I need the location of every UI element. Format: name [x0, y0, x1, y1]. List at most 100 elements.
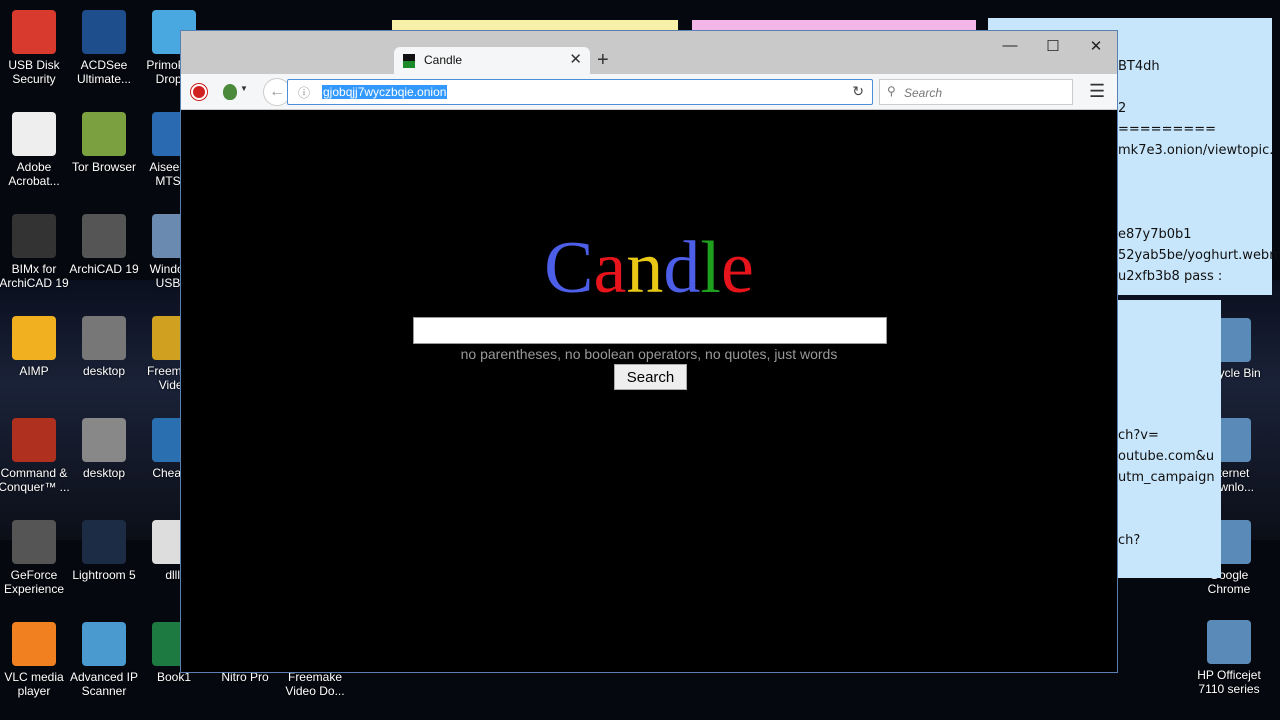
logo-letter: C	[544, 227, 594, 309]
url-input[interactable]: gjobqjj7wyczbqie.onion	[322, 85, 448, 99]
note-line	[1118, 203, 1272, 224]
desktop-icon-label: ACDSee Ultimate...	[76, 58, 131, 86]
note-line: u2xfb3b8 pass :	[1118, 269, 1223, 284]
url-bar[interactable]: ⓘ gjobqjj7wyczbqie.onion ↻	[287, 79, 873, 105]
app-icon	[12, 214, 56, 258]
info-icon[interactable]: ⓘ	[298, 84, 310, 101]
candle-logo: Candle	[181, 228, 1117, 308]
note-line: ch?v=	[1118, 428, 1159, 443]
app-icon	[12, 316, 56, 360]
menu-icon[interactable]: ☰	[1089, 81, 1105, 102]
app-icon	[12, 418, 56, 462]
tab-title: Candle	[424, 53, 463, 67]
desktop-icon-label: AIMP	[19, 364, 49, 378]
app-icon	[82, 214, 126, 258]
desktop-icon[interactable]: Advanced IP Scanner	[68, 622, 140, 698]
desktop-icon[interactable]: BIMx for ArchiCAD 19	[0, 214, 70, 290]
desktop-icon-label: VLC media player	[4, 670, 64, 698]
note-line	[1118, 509, 1221, 530]
desktop-icon-label: Lightroom 5	[72, 568, 136, 582]
desktop-icon[interactable]: Adobe Acrobat...	[0, 112, 70, 188]
desktop-icon-label: HP Officejet 7110 series	[1197, 668, 1261, 696]
reload-icon[interactable]: ↻	[852, 83, 864, 100]
title-bar: Candle ✕ + — ☐ ✕	[181, 31, 1117, 74]
app-icon	[12, 10, 56, 54]
desktop-icon-label: ArchiCAD 19	[69, 262, 139, 276]
app-icon	[1207, 620, 1251, 664]
app-icon	[12, 520, 56, 564]
desktop-icon[interactable]: AIMP	[0, 316, 70, 378]
note-line: utm_campaign	[1118, 470, 1215, 485]
desktop-icon[interactable]: Lightroom 5	[68, 520, 140, 582]
close-button[interactable]: ✕	[1081, 37, 1111, 55]
candle-favicon-icon	[403, 54, 415, 68]
logo-letter: n	[626, 227, 664, 309]
logo-letter: l	[700, 227, 721, 309]
note-line	[1118, 362, 1221, 383]
tor-onion-icon[interactable]	[223, 84, 237, 100]
app-icon	[12, 112, 56, 156]
desktop-icon[interactable]: desktop	[68, 418, 140, 480]
tab-close-icon[interactable]: ✕	[569, 50, 582, 68]
desktop-icon[interactable]: desktop	[68, 316, 140, 378]
desktop-icon-label: BIMx for ArchiCAD 19	[0, 262, 69, 290]
note-line: ch?	[1118, 533, 1141, 548]
search-icon: ⚲	[887, 84, 896, 98]
app-icon	[82, 520, 126, 564]
note-line: BT4dh	[1118, 59, 1160, 74]
note-line: 2	[1118, 101, 1127, 116]
search-button[interactable]: Search	[614, 364, 687, 390]
app-icon	[82, 112, 126, 156]
desktop-icon-label: Command & Conquer™ ...	[0, 466, 70, 494]
noscript-icon[interactable]	[191, 84, 207, 100]
desktop-icon[interactable]: Command & Conquer™ ...	[0, 418, 70, 494]
note-line	[1118, 404, 1221, 425]
desktop-icon[interactable]: HP Officejet 7110 series	[1193, 620, 1265, 696]
desktop-icon-label: Advanced IP Scanner	[69, 670, 139, 698]
search-hint: no parentheses, no boolean operators, no…	[460, 346, 838, 362]
logo-letter: e	[720, 227, 754, 309]
desktop-icon-label: GeForce Experience	[3, 568, 65, 596]
desktop-icon-label: desktop	[82, 466, 126, 480]
chevron-down-icon[interactable]: ▼	[240, 84, 248, 93]
search-placeholder: Search	[904, 86, 943, 100]
new-tab-button[interactable]: +	[597, 49, 609, 72]
note-line: 52yab5be/yoghurt.webm	[1118, 248, 1280, 263]
note-line	[1118, 161, 1272, 182]
desktop-icon[interactable]: USB Disk Security	[0, 10, 70, 86]
sticky-note-blue-2[interactable]: ch?v= outube.com&u utm_campaign ch?	[1100, 300, 1221, 578]
app-icon	[82, 10, 126, 54]
note-line	[1118, 182, 1272, 203]
maximize-button[interactable]: ☐	[1038, 37, 1068, 55]
app-icon	[82, 316, 126, 360]
app-icon	[82, 622, 126, 666]
note-line: outube.com&u	[1118, 449, 1215, 464]
note-line: e87y7b0b1	[1118, 227, 1192, 242]
desktop-icon[interactable]: Tor Browser	[68, 112, 140, 174]
query-input[interactable]	[413, 317, 887, 344]
desktop-icon-label: Tor Browser	[71, 160, 136, 174]
search-input[interactable]: ⚲ Search	[879, 79, 1073, 105]
nav-bar: ▼ ← ⓘ gjobqjj7wyczbqie.onion ↻ ⚲ Search …	[181, 74, 1117, 110]
note-line	[1118, 341, 1221, 362]
note-line	[1118, 383, 1221, 404]
desktop-icon[interactable]: ACDSee Ultimate...	[68, 10, 140, 86]
note-line	[1118, 320, 1221, 341]
page-content: Candle no parentheses, no boolean operat…	[181, 110, 1117, 672]
desktop-icon[interactable]: ArchiCAD 19	[68, 214, 140, 276]
app-icon	[82, 418, 126, 462]
desktop-icon[interactable]: GeForce Experience	[0, 520, 70, 596]
note-line: mk7e3.onion/viewtopic.	[1118, 143, 1274, 158]
logo-letter: a	[593, 227, 627, 309]
app-icon	[12, 622, 56, 666]
browser-window: Candle ✕ + — ☐ ✕ ▼ ← ⓘ gjobqjj7wyczbqie.…	[180, 30, 1118, 673]
logo-letter: d	[663, 227, 701, 309]
desktop-icon-label: Adobe Acrobat...	[8, 160, 60, 188]
desktop-icon-label: USB Disk Security	[8, 58, 60, 86]
tab-candle[interactable]: Candle ✕	[394, 47, 590, 74]
desktop-icon-label: desktop	[82, 364, 126, 378]
note-line	[1118, 488, 1221, 509]
note-line	[1118, 77, 1272, 98]
minimize-button[interactable]: —	[995, 37, 1025, 54]
desktop-icon[interactable]: VLC media player	[0, 622, 70, 698]
